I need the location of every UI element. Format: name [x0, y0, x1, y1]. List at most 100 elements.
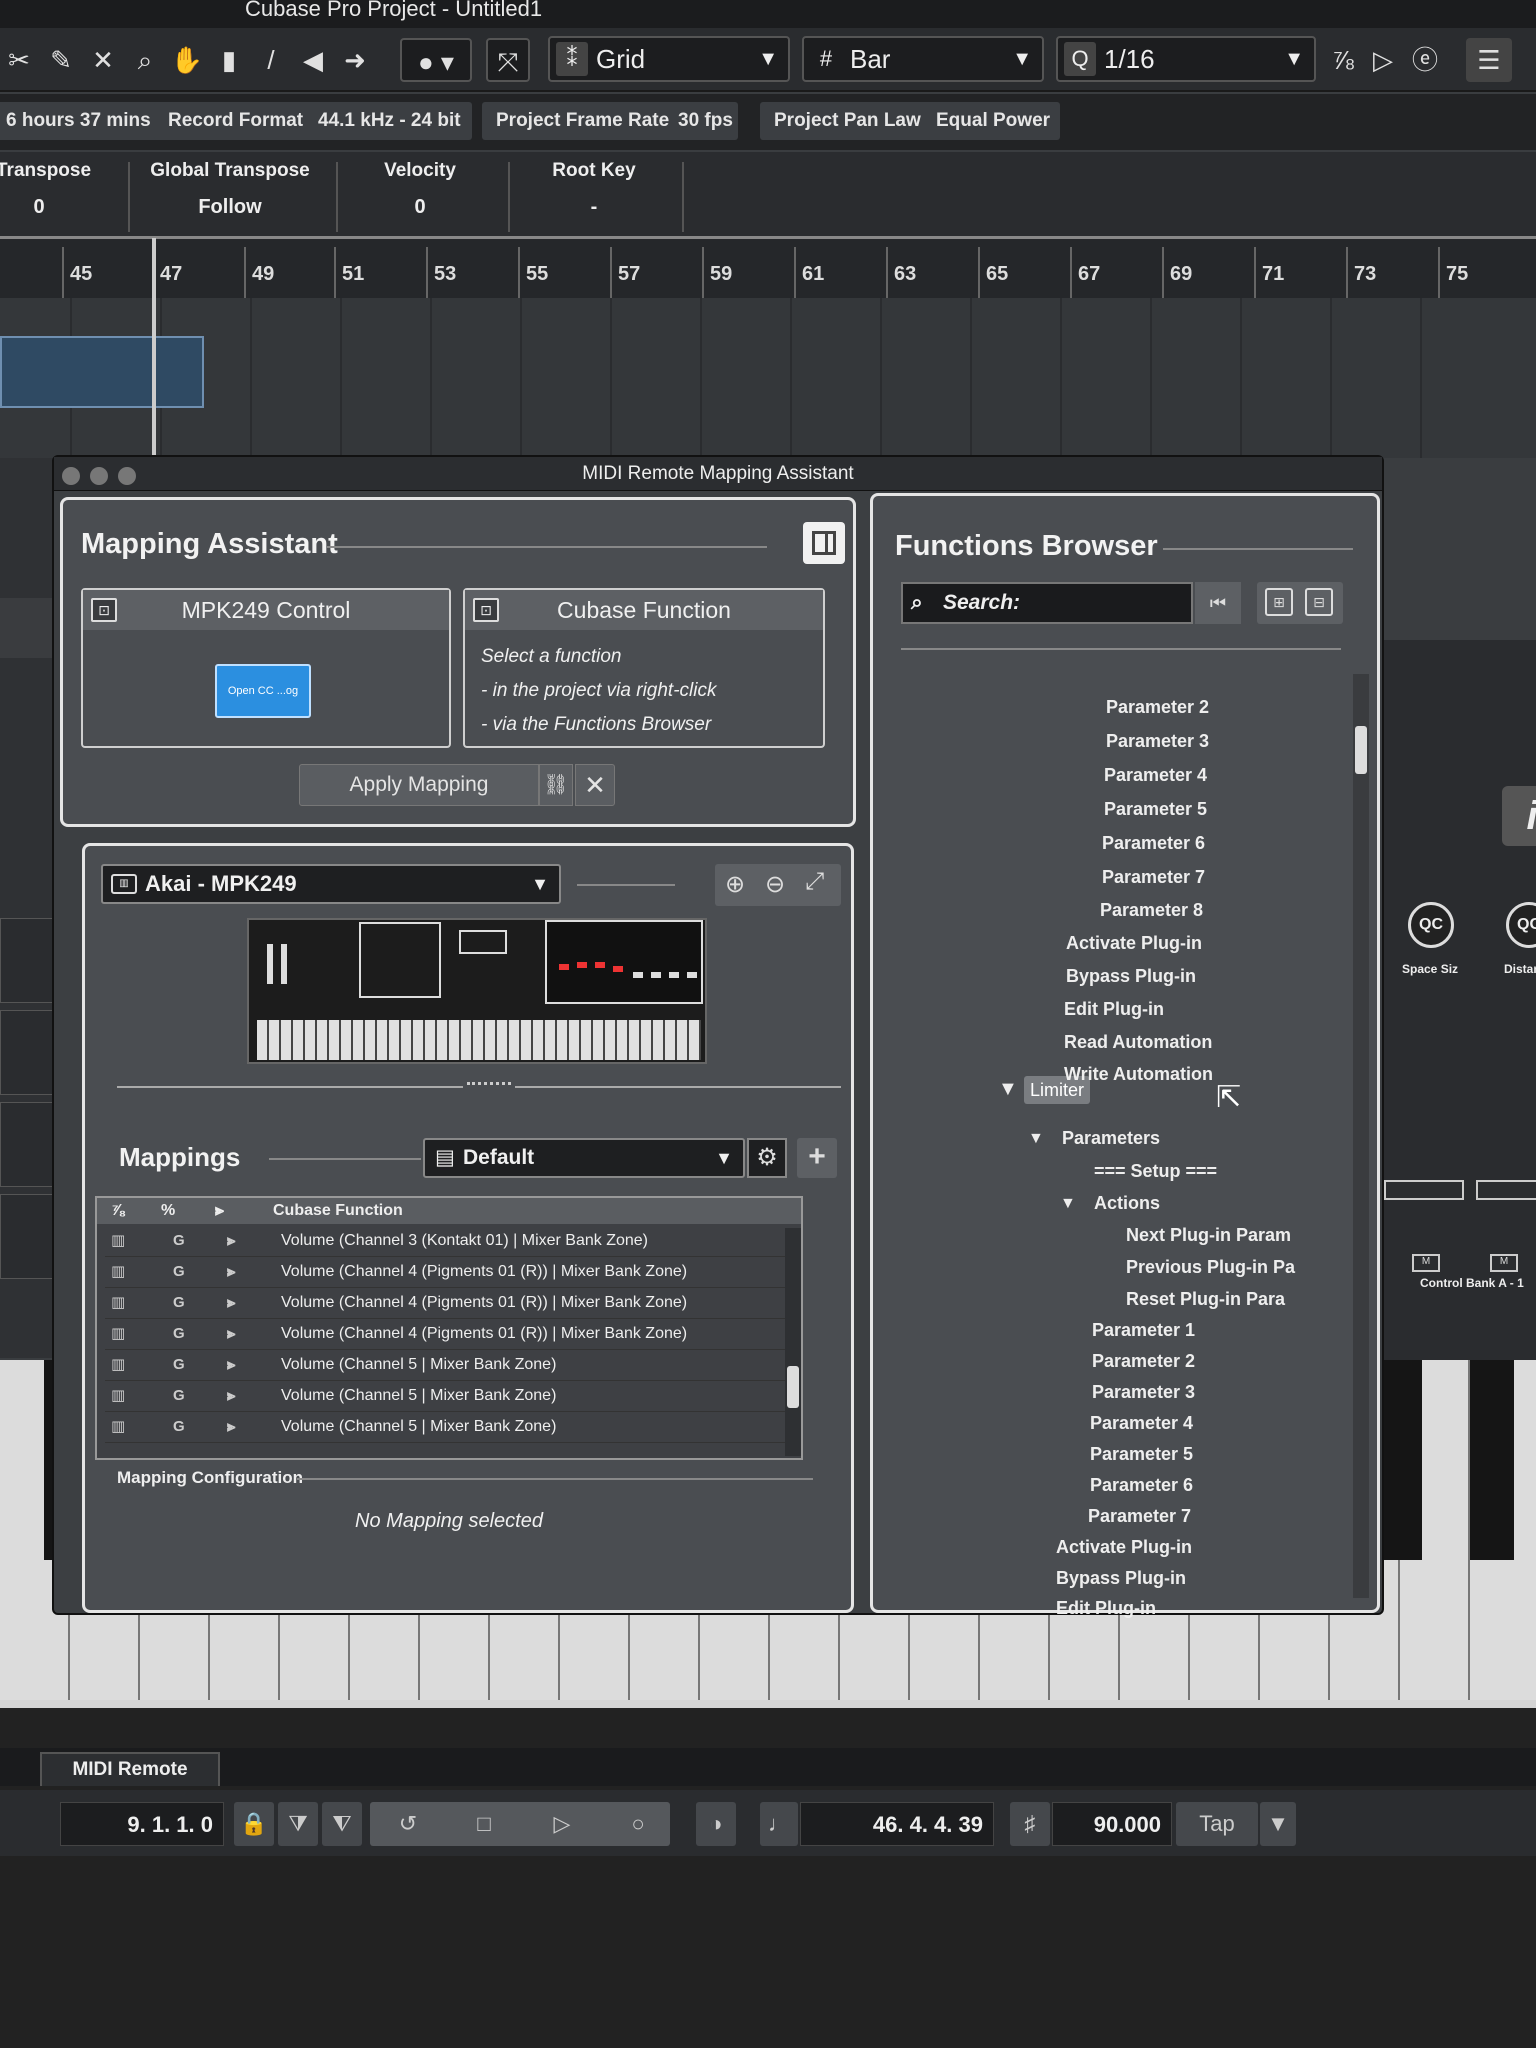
record-format-chip[interactable]: Record Format 44.1 kHz - 24 bit [154, 102, 472, 140]
tab-midi-remote[interactable]: MIDI Remote [40, 1752, 220, 1786]
minimize-window-icon[interactable] [90, 467, 108, 485]
clear-mapping-icon[interactable]: ✕ [575, 764, 615, 806]
comp-tool-icon[interactable]: ➜ [338, 38, 372, 82]
collapse-all-icon[interactable]: ⊟ [1305, 588, 1333, 616]
hand-tool-icon[interactable]: ✋ [170, 38, 204, 82]
stop-icon[interactable]: □ [456, 1802, 512, 1846]
erase-tool-icon[interactable]: ✕ [86, 38, 120, 82]
table-row[interactable]: ▥ G ⫸ Volume (Channel 4 (Pigments 01 (R)) |… [105, 1319, 785, 1350]
zoom-window-icon[interactable] [118, 467, 136, 485]
space-size-label: Space Siz [1402, 962, 1459, 976]
expand-all-icon[interactable]: ⊞ [1265, 588, 1293, 616]
window-layout-icon[interactable]: ☰ [1466, 38, 1512, 82]
gear-icon[interactable]: ⚙ [747, 1138, 787, 1178]
record-icon[interactable]: ○ [610, 1802, 666, 1846]
autoscroll-icon[interactable]: ⤧ [486, 38, 530, 82]
fader-section[interactable] [545, 920, 703, 1004]
mute-tool-icon[interactable]: ▮ [212, 38, 246, 82]
mute-button[interactable]: M [1490, 1254, 1518, 1272]
table-row[interactable]: ▥ G ⫸ Volume (Channel 5 | Mixer Bank Zone) [105, 1412, 785, 1443]
table-row[interactable]: ▥ G ⫸ Volume (Channel 5 | Mixer Bank Zone) [105, 1350, 785, 1381]
track-item[interactable] [0, 598, 60, 658]
mpk249-device-image[interactable] [247, 918, 707, 1064]
table-row[interactable]: ▥ G ⫸ Volume (Channel 3 (Kontakt 01) | Mixe… [105, 1226, 785, 1257]
close-window-icon[interactable] [62, 467, 80, 485]
global-transpose-field[interactable]: Global Transpose Follow [150, 160, 310, 219]
mute-button[interactable]: M [1412, 1254, 1440, 1272]
tempo-display[interactable]: 90.000 [1052, 1802, 1172, 1846]
color-tool-dropdown[interactable]: ● ▾ [400, 38, 472, 82]
zoom-tool-icon[interactable]: ⌕ [128, 38, 162, 82]
midi-part[interactable] [0, 336, 204, 408]
link-icon[interactable]: ⛓ [539, 764, 573, 806]
function-hint-1: Select a function [481, 646, 622, 667]
lock-icon[interactable]: 🔒 [234, 1802, 274, 1846]
table-row[interactable]: ▥ G ⫸ Volume (Channel 4 (Pigments 01 (R)) |… [105, 1257, 785, 1288]
velocity-field[interactable]: Velocity 0 [360, 160, 480, 219]
arrange-area[interactable] [0, 238, 1536, 458]
lock-icon[interactable]: ⊡ [473, 598, 499, 622]
track-item[interactable] [0, 1194, 60, 1279]
table-row[interactable]: ▥ G ⫸ Volume (Channel 5 | Mixer Bank Zone) [105, 1381, 785, 1412]
hash-icon: # [819, 46, 833, 71]
iterative-quantize-icon[interactable]: ⅞ [1326, 38, 1360, 82]
device-keybed[interactable] [257, 1020, 701, 1060]
punch-out-icon[interactable]: ⧨ [322, 1802, 362, 1846]
scrollbar-thumb[interactable] [1355, 726, 1367, 774]
frame-rate-chip[interactable]: Project Frame Rate 30 fps [482, 102, 738, 140]
pan-law-chip[interactable]: Project Pan Law Equal Power [760, 102, 1060, 140]
functions-scrollbar[interactable] [1353, 674, 1369, 1598]
info-icon[interactable]: i [1502, 786, 1536, 846]
functions-search-input[interactable]: ⌕ Search: [901, 582, 1193, 624]
track-item[interactable] [0, 1102, 60, 1187]
divider [336, 162, 338, 232]
right-locator-display[interactable]: 46. 4. 4. 39 [800, 1802, 994, 1846]
panel-toggle-icon[interactable] [803, 522, 845, 564]
table-scrollbar[interactable] [785, 1228, 801, 1456]
chevron-down-icon[interactable]: ▼ [1260, 1802, 1296, 1846]
fader-slot[interactable] [1384, 1180, 1464, 1200]
track-item[interactable] [0, 918, 60, 1003]
tempo-track-icon[interactable]: ♯ [1010, 1802, 1050, 1846]
playhead-cursor[interactable] [152, 238, 156, 458]
zoom-in-icon[interactable]: ⊕ [725, 870, 745, 899]
root-key-field[interactable]: Root Key - [530, 160, 658, 219]
add-mapping-button[interactable]: + [797, 1138, 837, 1178]
scrollbar-thumb[interactable] [787, 1366, 799, 1408]
mappings-preset-dropdown[interactable]: ▤ Default ▼ [423, 1138, 745, 1178]
quantize-apply-icon[interactable]: ▷ [1366, 38, 1400, 82]
apply-mapping-button[interactable]: Apply Mapping [299, 764, 539, 806]
global-transpose-value: Follow [198, 196, 262, 218]
timeline-ruler[interactable]: 45 47 49 51 53 55 57 59 61 63 65 67 69 7… [0, 236, 1536, 299]
fader-slot[interactable] [1476, 1180, 1536, 1200]
device-selector[interactable]: ▥ Akai - MPK249 ▼ [101, 864, 561, 904]
tap-tempo-button[interactable]: Tap [1176, 1802, 1258, 1846]
speaker-tool-icon[interactable]: ◀ [296, 38, 330, 82]
split-tool-icon[interactable]: ✂ [2, 38, 36, 82]
metronome-icon[interactable]: ◑ [696, 1802, 736, 1846]
glue-tool-icon[interactable]: ✎ [44, 38, 78, 82]
punch-in-icon[interactable]: ⧩ [278, 1802, 318, 1846]
clear-search-icon[interactable]: ⏮ [1195, 582, 1241, 624]
pad-grid[interactable] [359, 922, 441, 998]
grid-type-dropdown[interactable]: # Bar ▼ [802, 36, 1044, 82]
quantize-dropdown[interactable]: Q 1/16 ▼ [1056, 36, 1316, 82]
space-size-knob[interactable]: QC [1408, 902, 1454, 948]
zoom-out-icon[interactable]: ⊖ [765, 870, 785, 899]
note-icon[interactable]: ♩ [760, 1802, 798, 1846]
lock-icon[interactable]: ⊡ [91, 598, 117, 622]
cycle-icon[interactable]: ↺ [380, 1802, 436, 1846]
column-header-cubase-function[interactable]: Cubase Function [273, 1198, 403, 1224]
track-item[interactable] [0, 1010, 60, 1095]
left-locator-display[interactable]: 9. 1. 1. 0 [60, 1802, 224, 1846]
splitter-handle[interactable] [467, 1082, 511, 1090]
transpose-field[interactable]: Transpose 0 [0, 160, 91, 219]
play-icon[interactable]: ▷ [534, 1802, 590, 1846]
draw-tool-icon[interactable]: / [254, 38, 288, 82]
table-row[interactable]: ▥ G ⫸ Volume (Channel 4 (Pigments 01 (R)) |… [105, 1288, 785, 1319]
distance-knob[interactable]: QC [1506, 902, 1536, 948]
open-cc-control-button[interactable]: Open CC ...og [215, 664, 311, 718]
auto-apply-icon[interactable]: ⓔ [1408, 38, 1442, 82]
expand-icon[interactable]: ⤢ [805, 868, 824, 896]
snap-type-dropdown[interactable]: ⁑ Grid ▼ [548, 36, 790, 82]
